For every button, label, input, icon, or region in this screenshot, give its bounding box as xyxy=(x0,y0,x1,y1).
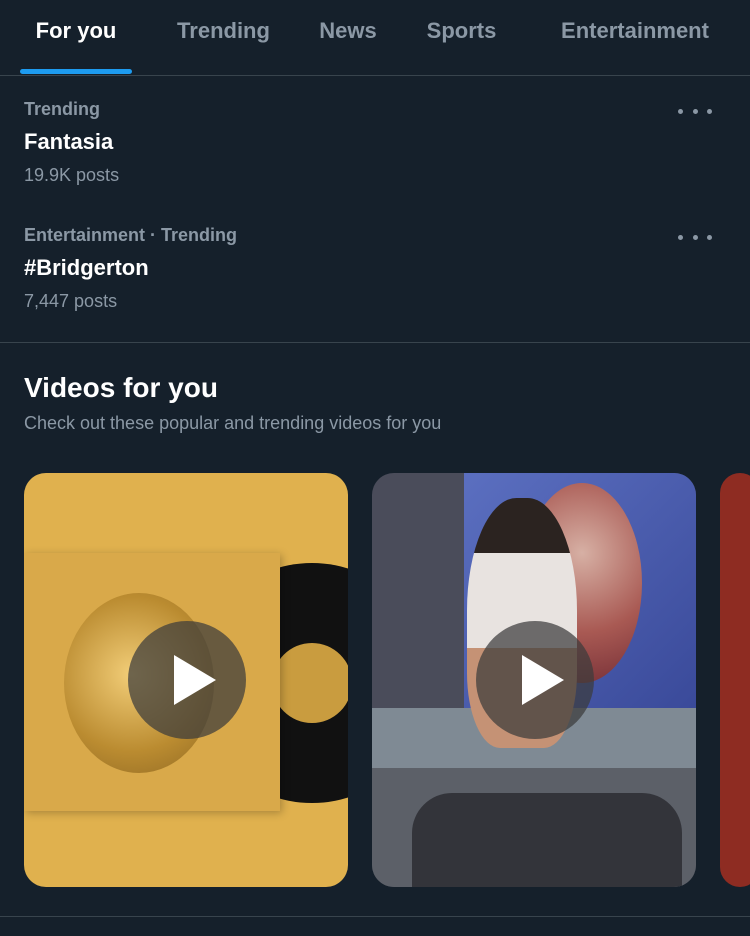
video-card[interactable] xyxy=(720,473,750,887)
trend-item[interactable]: Entertainment · Trending #Bridgerton 7,4… xyxy=(0,225,750,351)
trend-post-count: 19.9K posts xyxy=(24,165,120,185)
video-card[interactable] xyxy=(24,473,348,887)
tab-news[interactable]: News xyxy=(306,0,390,75)
more-options-icon[interactable] xyxy=(678,101,712,121)
tab-entertainment[interactable]: Entertainment xyxy=(548,0,722,75)
trend-title[interactable]: Fantasia xyxy=(24,129,113,155)
audience-silhouette-image xyxy=(412,793,682,887)
section-divider xyxy=(0,916,750,917)
tab-sports[interactable]: Sports xyxy=(414,0,509,75)
trend-context: Entertainment · Trending xyxy=(24,225,238,245)
trend-title[interactable]: #Bridgerton xyxy=(24,255,149,281)
video-card[interactable] xyxy=(372,473,696,887)
active-tab-indicator xyxy=(20,69,132,74)
tab-trending[interactable]: Trending xyxy=(160,0,287,75)
tab-for-you[interactable]: For you xyxy=(20,0,132,75)
section-divider xyxy=(0,342,750,343)
play-icon[interactable] xyxy=(128,621,246,739)
videos-section-subtitle: Check out these popular and trending vid… xyxy=(24,413,442,433)
trend-item[interactable]: Trending Fantasia 19.9K posts xyxy=(0,99,750,225)
play-icon[interactable] xyxy=(476,621,594,739)
more-options-icon[interactable] xyxy=(678,227,712,247)
trend-context: Trending xyxy=(24,99,100,119)
trend-post-count: 7,447 posts xyxy=(24,291,118,311)
videos-section-title: Videos for you xyxy=(24,372,218,403)
top-tab-bar: For you Trending News Sports Entertainme… xyxy=(0,0,750,76)
